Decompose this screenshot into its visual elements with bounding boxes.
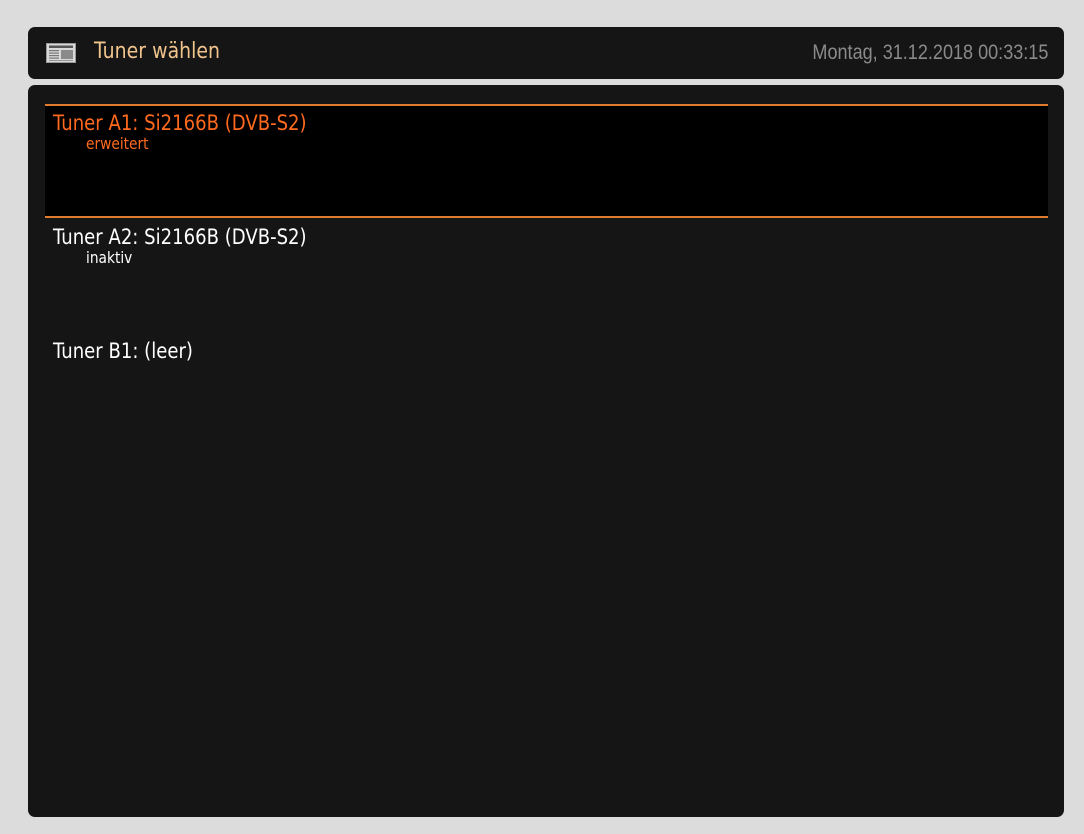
tuner-list: Tuner A1: Si2166B (DVB-S2) erweitert Tun… <box>28 85 1064 817</box>
tuner-status: erweitert <box>86 134 149 153</box>
tuner-item-a2[interactable]: Tuner A2: Si2166B (DVB-S2) inaktiv <box>45 218 1048 332</box>
datetime-display: Montag, 31.12.2018 00:33:15 <box>812 41 1048 64</box>
header-bar: Tuner wählen Montag, 31.12.2018 00:33:15 <box>28 27 1064 79</box>
tuner-item-a1[interactable]: Tuner A1: Si2166B (DVB-S2) erweitert <box>45 104 1048 218</box>
tuner-status: inaktiv <box>86 248 133 267</box>
tuner-name: Tuner B1: (leer) <box>53 339 193 363</box>
tuner-name: Tuner A1: Si2166B (DVB-S2) <box>53 111 307 135</box>
tuner-item-b1[interactable]: Tuner B1: (leer) <box>45 332 1048 446</box>
tuner-name: Tuner A2: Si2166B (DVB-S2) <box>53 225 307 249</box>
page-title: Tuner wählen <box>94 39 221 64</box>
newspaper-icon <box>46 43 76 63</box>
